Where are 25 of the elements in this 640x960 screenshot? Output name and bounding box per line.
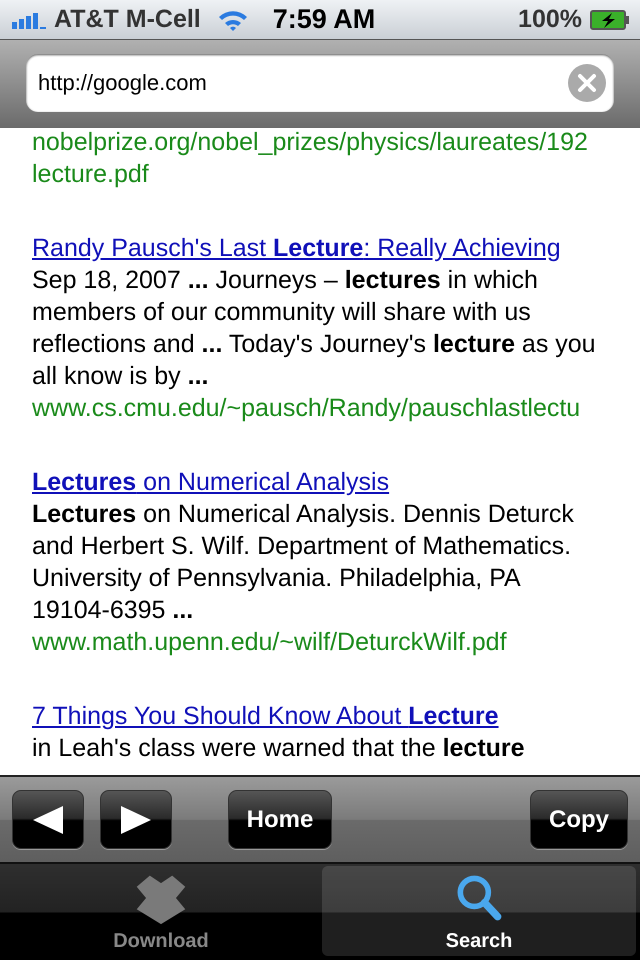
close-icon <box>577 73 597 93</box>
battery-charging-icon <box>590 8 630 30</box>
result-snippet: Sep 18, 2007 ... Journeys – lectures in which members of our community will share with us reflections and ... Today's Journey's lecture as you all know is by ... <box>32 265 597 392</box>
back-button[interactable] <box>12 790 84 849</box>
result-snippet: in Leah's class were warned that the lecture <box>32 733 526 764</box>
result-url: www.math.upenn.edu/~wilf/DeturckWilf.pdf <box>32 627 508 658</box>
status-time: 7:59 AM <box>272 3 376 36</box>
battery-percent: 100% <box>518 4 582 35</box>
left-arrow-icon <box>32 804 64 836</box>
carrier-name: AT&T M-Cell <box>54 4 201 35</box>
tab-button[interactable]: Search <box>322 866 636 956</box>
copy-button[interactable]: Copy <box>530 790 628 849</box>
right-arrow-icon <box>120 804 152 836</box>
result-link[interactable]: 7 Things You Should Know About Lecture <box>32 700 499 732</box>
home-button[interactable]: Home <box>228 790 332 849</box>
result-url: nobelprize.org/nobel_prizes/physics/laureates/192 <box>32 128 589 158</box>
address-field[interactable]: http://google.com <box>26 54 614 112</box>
result-url: lecture.pdf <box>32 159 150 190</box>
tab-button[interactable]: Download <box>4 866 318 956</box>
forward-button[interactable] <box>100 790 172 849</box>
result-link[interactable]: Lectures on Numerical Analysis <box>32 466 390 498</box>
result-url: www.cs.cmu.edu/~pausch/Randy/pauschlastlectu <box>32 393 582 424</box>
signal-icon <box>12 10 46 28</box>
result-link[interactable]: Randy Pausch's Last Lecture: Really Achieving <box>32 232 561 264</box>
result-snippet: Lectures on Numerical Analysis. Dennis Deturck and Herbert S. Wilf. Department of Mathematics. University of Pennsylvania. Philadelphia, PA 19104-6395 ... <box>32 499 575 626</box>
